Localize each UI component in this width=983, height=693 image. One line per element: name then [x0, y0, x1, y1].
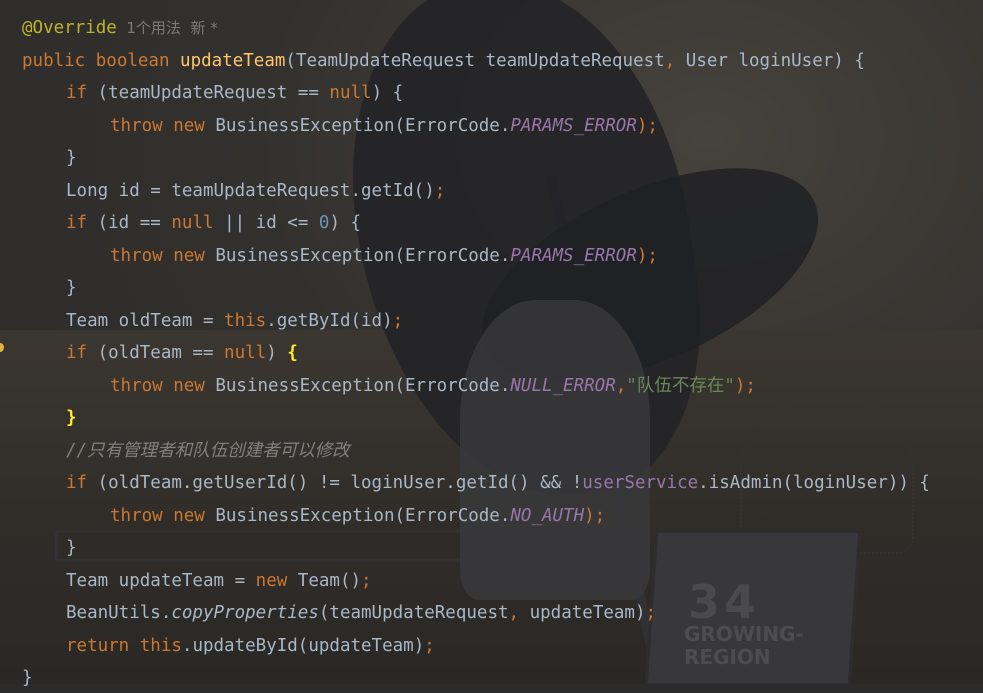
- code-token: (oldTeam.getUserId() != loginUser.getId(…: [87, 473, 583, 493]
- code-token: null: [224, 343, 267, 363]
- code-line-11[interactable]: if (oldTeam == null) {: [66, 338, 298, 368]
- code-token: );: [636, 246, 658, 266]
- code-token: throw new: [110, 246, 205, 266]
- code-token: (oldTeam ==: [87, 343, 225, 363]
- code-token: this: [224, 311, 267, 331]
- code-editor[interactable]: @Override 1个用法 新 * public boolean update…: [0, 0, 983, 688]
- code-line-3[interactable]: if (teamUpdateRequest == null) {: [66, 78, 403, 108]
- code-token: 0: [318, 213, 330, 233]
- code-token: ): [266, 343, 288, 363]
- code-line-6[interactable]: Long id = teamUpdateRequest.getId();: [66, 176, 445, 206]
- code-token: Team(): [287, 571, 362, 591]
- code-token: if: [66, 213, 88, 233]
- code-token: public boolean: [22, 51, 181, 71]
- code-token: .getById(id): [266, 311, 393, 331]
- code-token: throw new: [110, 506, 205, 526]
- code-token: BeanUtils.: [66, 603, 172, 623]
- code-line-17[interactable]: }: [66, 533, 77, 563]
- code-token: );: [636, 116, 658, 136]
- code-token: ;: [434, 181, 446, 201]
- code-token: ;: [424, 636, 435, 656]
- code-line-20[interactable]: return this.updateById(updateTeam);: [66, 631, 435, 661]
- code-token: if: [66, 473, 88, 493]
- code-token: userService: [582, 473, 699, 493]
- code-token: if: [66, 343, 88, 363]
- code-line-4[interactable]: throw new BusinessException(ErrorCode.PA…: [110, 111, 658, 141]
- code-token: BusinessException(ErrorCode.: [204, 246, 511, 266]
- code-line-1[interactable]: @Override 1个用法 新 *: [22, 13, 218, 43]
- code-line-13[interactable]: }: [66, 403, 77, 433]
- code-line-10[interactable]: Team oldTeam = this.getById(id);: [66, 306, 403, 336]
- code-line-15[interactable]: if (oldTeam.getUserId() != loginUser.get…: [66, 468, 930, 498]
- code-line-18[interactable]: Team updateTeam = new Team();: [66, 566, 372, 596]
- code-line-8[interactable]: throw new BusinessException(ErrorCode.PA…: [110, 241, 658, 271]
- code-token: ;: [392, 311, 404, 331]
- code-token: ) {: [371, 83, 404, 103]
- code-token: }: [66, 148, 77, 168]
- code-token: 1个用法 新 *: [116, 19, 218, 37]
- code-token: null: [171, 213, 214, 233]
- code-token: ,: [508, 603, 520, 623]
- code-token: "队伍不存在": [626, 376, 735, 396]
- code-token: return this: [66, 636, 182, 656]
- code-token: (id ==: [87, 213, 172, 233]
- code-token: ) {: [329, 213, 362, 233]
- code-line-7[interactable]: if (id == null || id <= 0) {: [66, 208, 361, 238]
- code-token: updateTeam: [180, 51, 286, 71]
- code-token: updateTeam): [519, 603, 646, 623]
- code-token: .updateById(updateTeam): [181, 636, 425, 656]
- code-token: NO_AUTH: [510, 506, 585, 526]
- code-token: BusinessException(ErrorCode.: [204, 376, 511, 396]
- code-line-12[interactable]: throw new BusinessException(ErrorCode.NU…: [110, 371, 756, 401]
- code-token: PARAMS_ERROR: [510, 116, 637, 136]
- code-token: throw new: [110, 376, 205, 396]
- code-token: (teamUpdateRequest ==: [87, 83, 330, 103]
- code-line-21[interactable]: }: [22, 663, 33, 693]
- code-token: Team updateTeam =: [66, 571, 256, 591]
- code-token: .isAdmin(loginUser)) {: [698, 473, 930, 493]
- code-token: );: [734, 376, 756, 396]
- code-token: null: [329, 83, 372, 103]
- code-token: );: [584, 506, 606, 526]
- code-line-14[interactable]: //只有管理者和队伍创建者可以修改: [66, 436, 350, 466]
- code-token: ,: [664, 51, 676, 71]
- code-token: ;: [361, 571, 372, 591]
- code-token: //只有管理者和队伍创建者可以修改: [66, 441, 350, 461]
- code-token: (TeamUpdateRequest teamUpdateRequest: [285, 51, 665, 71]
- code-line-9[interactable]: }: [66, 273, 77, 303]
- code-token: BusinessException(ErrorCode.: [204, 116, 511, 136]
- code-token: Long id = teamUpdateRequest.getId(): [66, 181, 435, 201]
- code-line-2[interactable]: public boolean updateTeam(TeamUpdateRequ…: [22, 46, 865, 76]
- code-token: }: [66, 538, 77, 558]
- code-line-5[interactable]: }: [66, 143, 77, 173]
- code-token: }: [66, 278, 77, 298]
- code-token: Team oldTeam =: [66, 311, 225, 331]
- code-line-19[interactable]: BeanUtils.copyProperties(teamUpdateReque…: [66, 598, 656, 628]
- code-token: ;: [645, 603, 657, 623]
- code-line-16[interactable]: throw new BusinessException(ErrorCode.NO…: [110, 501, 605, 531]
- code-token: BusinessException(ErrorCode.: [204, 506, 511, 526]
- code-token: }: [66, 408, 77, 428]
- code-token: @Override: [22, 18, 117, 38]
- code-token: PARAMS_ERROR: [510, 246, 637, 266]
- code-token: throw new: [110, 116, 205, 136]
- code-token: (teamUpdateRequest: [318, 603, 509, 623]
- code-token: new: [255, 571, 288, 591]
- code-token: User loginUser) {: [675, 51, 865, 71]
- code-token: ,: [615, 376, 627, 396]
- code-token: {: [287, 343, 298, 363]
- code-token: copyProperties: [171, 603, 319, 623]
- code-token: }: [22, 668, 33, 688]
- code-token: || id <=: [213, 213, 319, 233]
- code-token: NULL_ERROR: [510, 376, 616, 396]
- code-token: if: [66, 83, 88, 103]
